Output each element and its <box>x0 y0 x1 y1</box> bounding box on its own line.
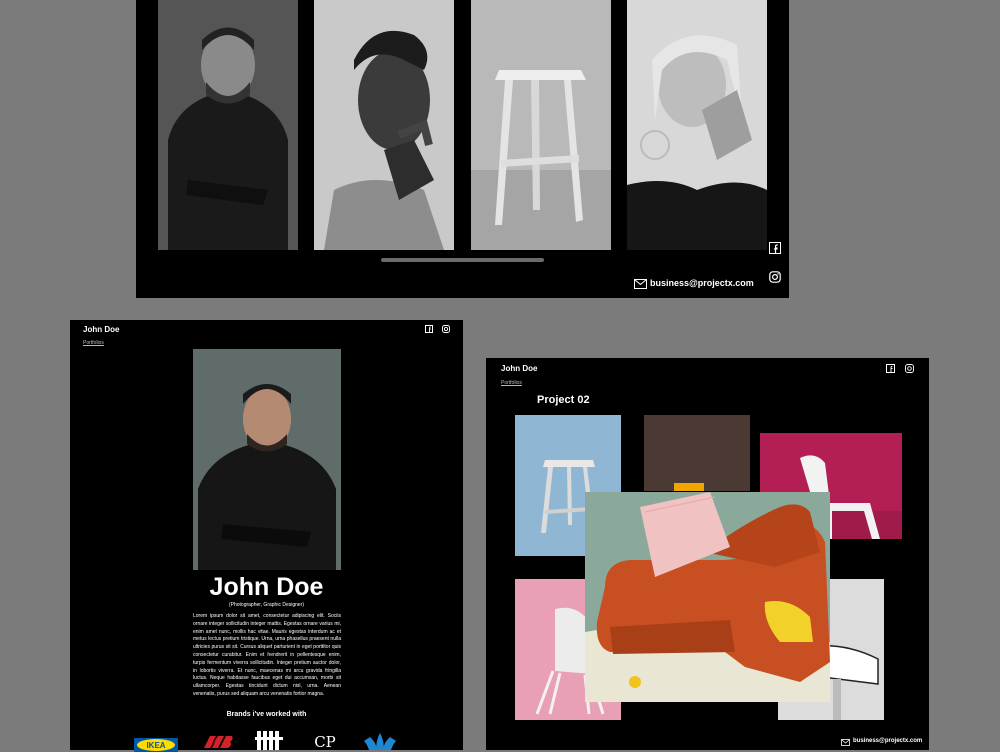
project-panel: John Doe Portfolios Project 02 business@… <box>486 358 929 750</box>
contact-email[interactable]: business@projectx.com <box>853 738 922 744</box>
svg-text:CP: CP <box>314 734 336 750</box>
facebook-icon[interactable] <box>769 242 781 254</box>
facebook-icon[interactable] <box>886 364 895 373</box>
profile-portrait <box>193 349 341 570</box>
mail-icon <box>634 279 647 289</box>
profile-name: John Doe <box>209 573 324 601</box>
undefeated-logo <box>255 731 283 750</box>
instagram-icon[interactable] <box>442 325 450 333</box>
brand-name[interactable]: John Doe <box>501 364 537 373</box>
project-photo-sofa-featured[interactable] <box>585 492 830 702</box>
new-balance-logo <box>202 734 234 750</box>
gallery-photo-woman-bangs[interactable] <box>627 0 767 250</box>
profile-role: (Photographer, Graphic Designer) <box>228 602 305 608</box>
project-title: Project 02 <box>537 394 590 406</box>
svg-text:IKEA: IKEA <box>146 741 165 750</box>
portfolios-link[interactable]: Portfolios <box>83 340 104 346</box>
profile-panel: John Doe Portfolios John Doe (Photograph… <box>70 320 463 752</box>
brand-name[interactable]: John Doe <box>83 325 119 334</box>
gallery-photo-stool[interactable] <box>471 0 611 250</box>
profile-bio: Lorem ipsum dolor sit amet, consectetur … <box>193 613 341 697</box>
instagram-icon[interactable] <box>769 271 781 283</box>
contact-email[interactable]: business@projectx.com <box>650 278 754 288</box>
portfolios-link[interactable]: Portfolios <box>501 380 522 386</box>
project-photo-brown[interactable] <box>644 415 750 491</box>
mail-icon <box>841 739 850 746</box>
gallery-photo-woman-up[interactable] <box>314 0 454 250</box>
cp-logo: CP <box>308 734 342 750</box>
gallery-photo-man[interactable] <box>158 0 298 250</box>
gallery-scrollbar[interactable] <box>381 258 544 262</box>
brands-heading: Brands i've worked with <box>226 711 307 718</box>
adidas-logo <box>362 732 398 750</box>
facebook-icon[interactable] <box>425 325 433 333</box>
top-gallery-panel: business@projectx.com <box>136 0 789 298</box>
instagram-icon[interactable] <box>905 364 914 373</box>
